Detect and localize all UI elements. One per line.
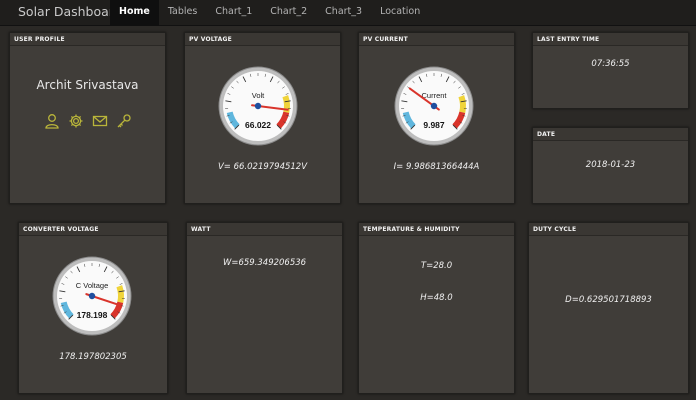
gauge-hub bbox=[254, 102, 262, 110]
top-navbar: Solar Dashboard Home Tables Chart_1 Char… bbox=[0, 0, 696, 26]
last-entry-time-panel: LAST ENTRY TIME 07:36:55 bbox=[532, 32, 689, 109]
watt-panel: WATT W=659.349206536 bbox=[186, 222, 343, 394]
brand-title[interactable]: Solar Dashboard bbox=[18, 4, 122, 19]
pv-current-panel: PV CURRENT Current 9.987 I= 9.98681366444… bbox=[358, 32, 515, 204]
user-name: Archit Srivastava bbox=[36, 78, 139, 92]
gauge-reading: 9.987 bbox=[423, 120, 445, 130]
user-icon[interactable] bbox=[44, 113, 60, 129]
profile-icons bbox=[10, 113, 165, 129]
gauge-reading: 66.022 bbox=[245, 120, 271, 130]
temperature-humidity-panel: TEMPERATURE & HUMIDITY T=28.0 H=48.0 bbox=[358, 222, 515, 394]
date-panel: DATE 2018-01-23 bbox=[532, 127, 689, 204]
duty-cycle-panel: DUTY CYCLE D=0.629501718893 bbox=[528, 222, 689, 394]
nav-chart-3[interactable]: Chart_3 bbox=[316, 0, 371, 26]
gauge-reading: 178.198 bbox=[77, 310, 108, 320]
converter-voltage-gauge: C Voltage 178.198 bbox=[52, 256, 132, 336]
pv-voltage-panel: PV VOLTAGE Volt 66.022 V= 66.0219794512V bbox=[184, 32, 341, 204]
pv-current-gauge: Current9.987 bbox=[394, 66, 474, 146]
gauge-band-warn bbox=[458, 95, 466, 113]
gauge-hub bbox=[88, 292, 96, 300]
temperature-value: T=28.0 bbox=[420, 261, 453, 271]
key-icon[interactable] bbox=[116, 113, 132, 129]
gauge-label: Volt bbox=[252, 91, 265, 100]
date-value: 2018-01-23 bbox=[585, 160, 636, 170]
converter-voltage-value: 178.197802305 bbox=[59, 352, 127, 362]
nav-chart-1[interactable]: Chart_1 bbox=[206, 0, 261, 26]
nav-home[interactable]: Home bbox=[110, 0, 159, 26]
humidity-value: H=48.0 bbox=[420, 293, 453, 303]
panel-title: TEMPERATURE & HUMIDITY bbox=[359, 223, 514, 236]
nav-menu: Home Tables Chart_1 Chart_2 Chart_3 Loca… bbox=[110, 0, 429, 26]
nav-chart-2[interactable]: Chart_2 bbox=[261, 0, 316, 26]
gear-icon[interactable] bbox=[68, 113, 84, 129]
gauge-band-warn bbox=[116, 285, 124, 303]
panel-title: WATT bbox=[187, 223, 342, 236]
panel-title: USER PROFILE bbox=[10, 33, 165, 46]
last-entry-time-value: 07:36:55 bbox=[591, 59, 630, 69]
watt-value: W=659.349206536 bbox=[222, 258, 307, 268]
mail-icon[interactable] bbox=[92, 113, 108, 129]
pv-voltage-value: V= 66.0219794512V bbox=[217, 162, 308, 172]
panel-title: PV CURRENT bbox=[359, 33, 514, 46]
converter-voltage-panel: CONVERTER VOLTAGE C Voltage 178.198 178.1… bbox=[18, 222, 168, 394]
user-profile-panel: USER PROFILE Archit Srivastava bbox=[9, 32, 166, 204]
panel-title: CONVERTER VOLTAGE bbox=[19, 223, 167, 236]
panel-title: LAST ENTRY TIME bbox=[533, 33, 688, 46]
nav-location[interactable]: Location bbox=[371, 0, 429, 26]
panel-title: DUTY CYCLE bbox=[529, 223, 688, 236]
panel-title: DATE bbox=[533, 128, 688, 141]
panel-title: PV VOLTAGE bbox=[185, 33, 340, 46]
gauge-label: C Voltage bbox=[76, 281, 109, 290]
nav-tables[interactable]: Tables bbox=[159, 0, 207, 26]
duty-cycle-value: D=0.629501718893 bbox=[565, 295, 652, 305]
pv-voltage-gauge: Volt 66.022 bbox=[218, 66, 298, 146]
pv-current-value: I= 9.98681366444A bbox=[393, 162, 480, 172]
gauge-hub bbox=[430, 102, 438, 110]
